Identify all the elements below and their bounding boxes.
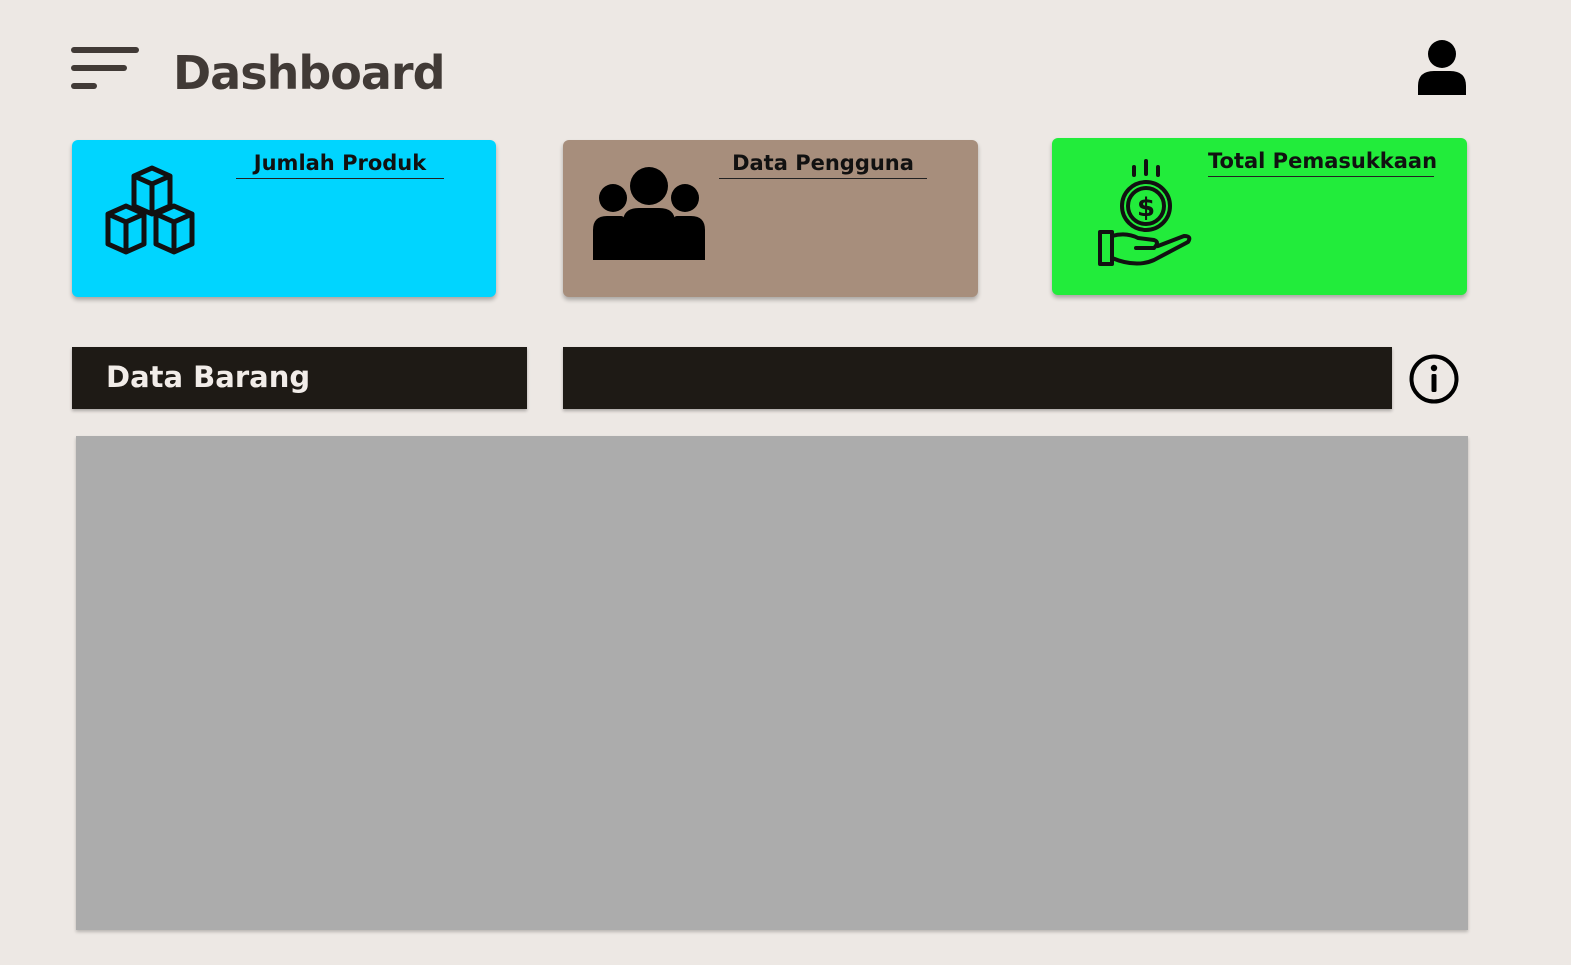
card-jumlah-produk[interactable]: Jumlah Produk: [72, 140, 496, 297]
card-title: Jumlah Produk: [236, 150, 444, 179]
data-table: [76, 436, 1468, 930]
card-title: Data Pengguna: [719, 150, 927, 179]
boxes-icon: [104, 164, 200, 266]
section-title-bar: Data Barang: [72, 347, 527, 409]
users-group-icon: [591, 164, 707, 266]
card-data-pengguna[interactable]: Data Pengguna: [563, 140, 978, 297]
menu-button[interactable]: [70, 46, 140, 90]
user-icon: [1418, 40, 1466, 95]
section-title: Data Barang: [106, 360, 311, 394]
profile-button[interactable]: [1416, 38, 1468, 96]
section-toolbar: [563, 347, 1392, 409]
page-title: Dashboard: [173, 46, 446, 100]
info-button[interactable]: [1408, 353, 1460, 405]
card-title: Total Pemasukkaan: [1208, 148, 1437, 177]
info-icon: [1409, 354, 1459, 404]
card-total-pemasukkaan[interactable]: $ Total Pemasukkaan: [1052, 138, 1467, 295]
hamburger-menu-icon: [71, 47, 139, 89]
svg-text:$: $: [1137, 193, 1155, 223]
money-hand-icon: $: [1096, 158, 1196, 274]
